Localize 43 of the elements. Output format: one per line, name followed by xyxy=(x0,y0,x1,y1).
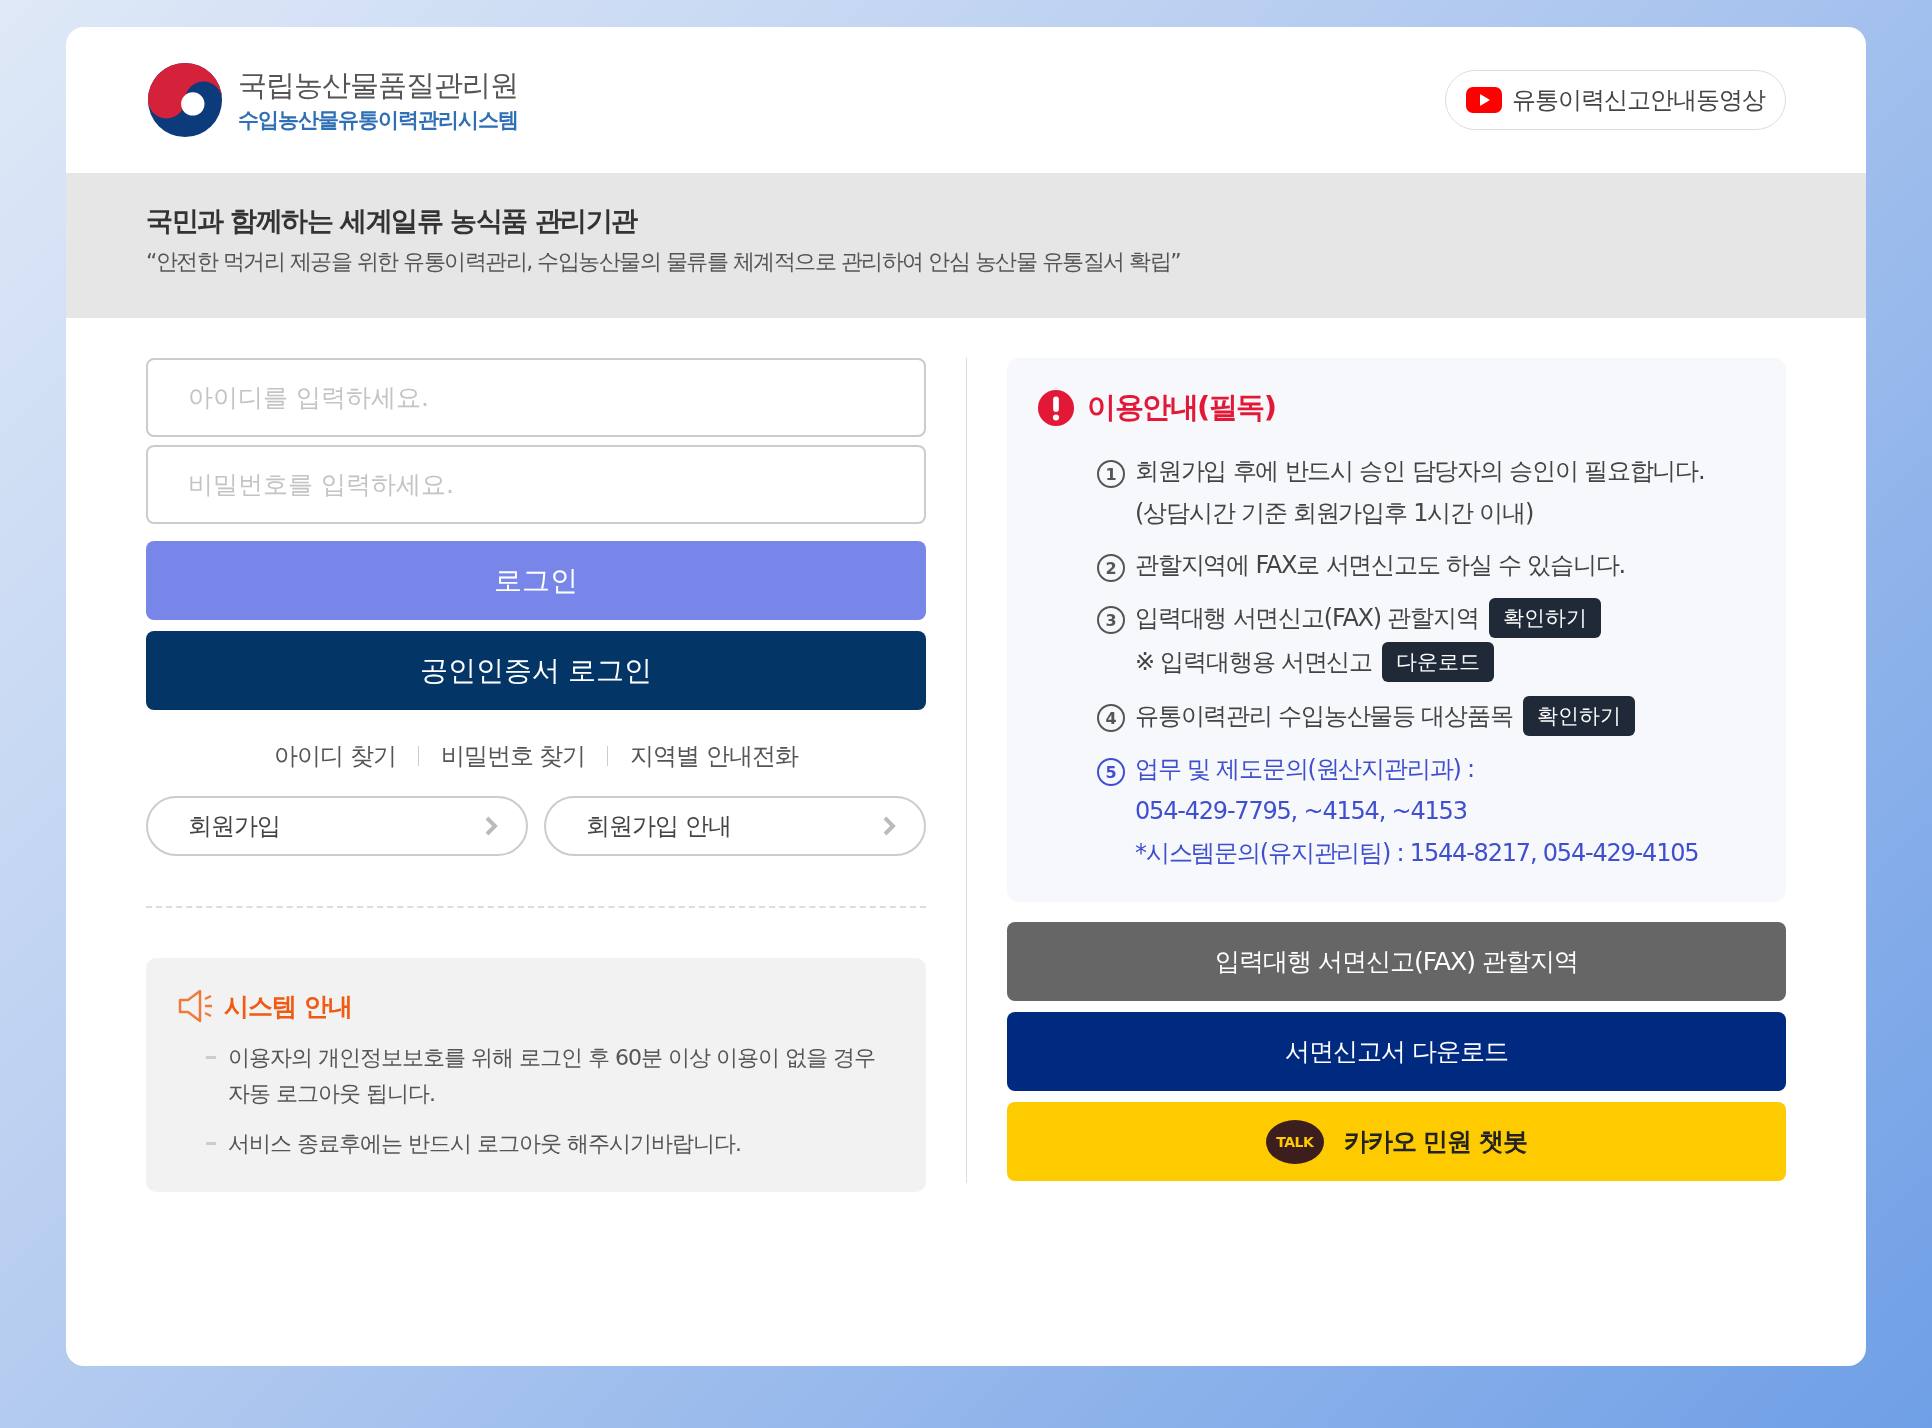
org-name: 국립농산물품질관리원 xyxy=(238,67,518,104)
guide-action-button[interactable]: 확인하기 xyxy=(1488,598,1601,638)
play-icon xyxy=(1466,87,1502,113)
guide-text: ※ 입력대행용 서면신고 xyxy=(1135,647,1372,678)
number-badge: 3 xyxy=(1097,606,1125,634)
guide-text: (상담시간 기준 회원가입후 1시간 이내) xyxy=(1135,498,1534,529)
id-input-field[interactable]: 아이디를 입력하세요. xyxy=(146,358,926,437)
number-badge: 2 xyxy=(1097,554,1125,582)
guide-text: *시스템문의(유지관리팀) : 1544-8217, 054-429-4105 xyxy=(1135,838,1699,869)
guide-text: 회원가입 후에 반드시 승인 담당자의 승인이 필요합니다. xyxy=(1135,456,1705,487)
certificate-login-button[interactable]: 공인인증서 로그인 xyxy=(146,631,926,710)
slogan-quote: “안전한 먹거리 제공을 위한 유통이력관리, 수입농산물의 물류를 체계적으로 관리하여 안심 농산물 유통질서 확립” xyxy=(146,248,1182,276)
chevron-right-icon xyxy=(484,815,498,837)
usage-guide-title: 이용안내(필독) xyxy=(1087,389,1276,426)
guide-action-button[interactable]: 확인하기 xyxy=(1522,696,1635,736)
slogan-title: 국민과 함께하는 세계일류 농식품 관리기관 xyxy=(146,204,639,238)
help-link[interactable]: 아이디 찾기 xyxy=(274,740,396,772)
notice-text: 이용자의 개인정보보호를 위해 로그인 후 60분 이상 이용이 없을 경우 자동 로그아웃 됩니다. xyxy=(228,1044,876,1108)
video-guide-button[interactable]: 유통이력신고안내동영상 xyxy=(1445,70,1786,130)
guide-text: 업무 및 제도문의(원산지관리과) : xyxy=(1135,754,1474,785)
join-button[interactable]: 회원가입 안내 xyxy=(544,796,926,856)
number-badge: 5 xyxy=(1097,758,1125,786)
guide-text: 관할지역에 FAX로 서면신고도 하실 수 있습니다. xyxy=(1135,550,1625,581)
emblem-logo-icon xyxy=(146,61,224,139)
number-badge: 1 xyxy=(1097,460,1125,488)
help-link[interactable]: 비밀번호 찾기 xyxy=(440,740,586,772)
help-link[interactable]: 지역별 안내전화 xyxy=(630,740,798,772)
action-button[interactable]: 입력대행 서면신고(FAX) 관할지역 xyxy=(1007,922,1786,1001)
number-badge: 4 xyxy=(1097,704,1125,732)
chatbot-button[interactable]: TALK 카카오 민원 챗봇 xyxy=(1007,1102,1786,1181)
join-button[interactable]: 회원가입 xyxy=(146,796,528,856)
guide-text: 유통이력관리 수입농산물등 대상품목 xyxy=(1135,701,1513,732)
action-button[interactable]: 서면신고서 다운로드 xyxy=(1007,1012,1786,1091)
guide-text: 입력대행 서면신고(FAX) 관할지역 xyxy=(1135,603,1479,634)
guide-action-button[interactable]: 다운로드 xyxy=(1381,642,1494,682)
talk-bubble-icon: TALK xyxy=(1265,1119,1324,1164)
password-input-field[interactable]: 비밀번호를 입력하세요. xyxy=(146,445,926,524)
system-notice-title: 시스템 안내 xyxy=(224,990,352,1023)
system-name: 수입농산물유통이력관리시스템 xyxy=(238,107,518,134)
chevron-right-icon xyxy=(882,815,896,837)
exclamation-icon xyxy=(1037,389,1075,427)
notice-text: 서비스 종료후에는 반드시 로그아웃 해주시기바랍니다. xyxy=(228,1130,741,1158)
guide-text: 054-429-7795, ~4154, ~4153 xyxy=(1135,797,1467,825)
